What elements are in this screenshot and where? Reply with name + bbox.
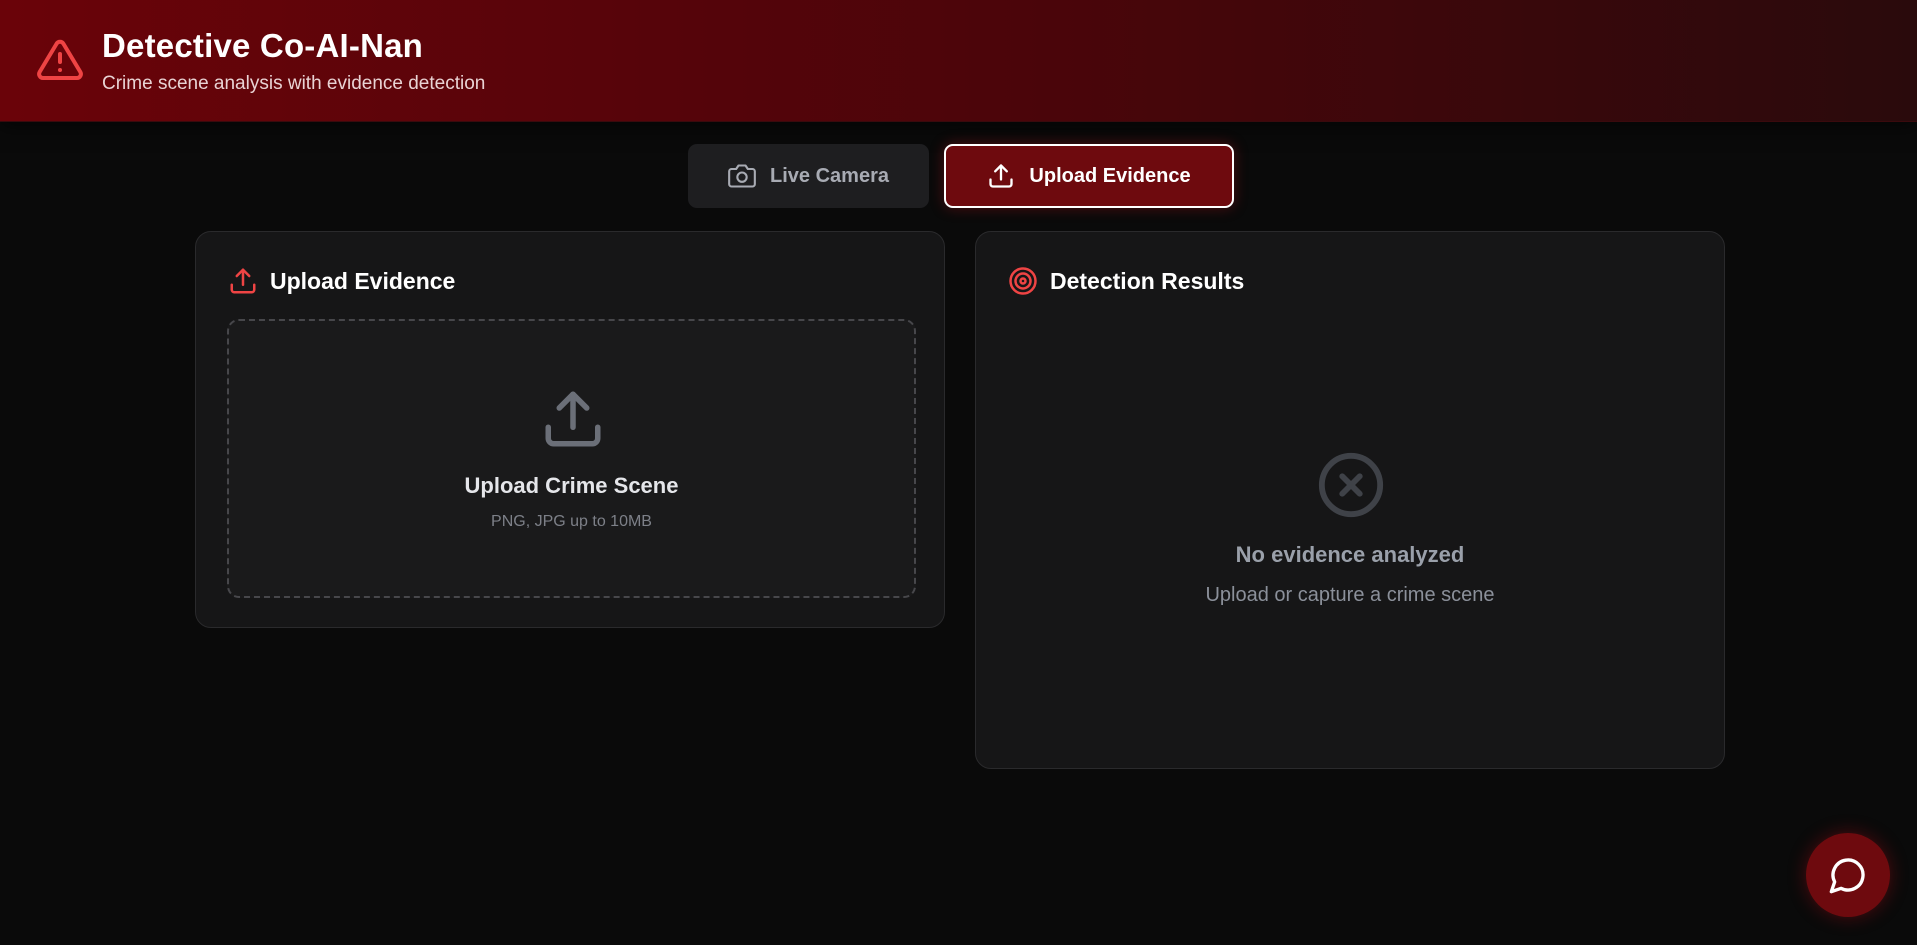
upload-evidence-button[interactable]: Upload Evidence — [944, 144, 1234, 208]
live-camera-label: Live Camera — [770, 164, 889, 187]
alert-triangle-icon — [37, 39, 83, 80]
x-circle-icon — [1318, 452, 1384, 518]
empty-state-title: No evidence analyzed — [1235, 542, 1465, 567]
empty-state-hint: Upload or capture a crime scene — [1205, 584, 1495, 606]
app-subtitle: Crime scene analysis with evidence detec… — [102, 73, 486, 94]
target-icon — [1009, 267, 1037, 295]
upload-evidence-label: Upload Evidence — [1029, 164, 1191, 187]
upload-icon — [230, 268, 256, 294]
app-header: Detective Co-AI-Nan Crime scene analysis… — [0, 0, 1917, 122]
chat-bubble-icon — [1829, 858, 1865, 894]
detection-results-panel: Detection Results No evidence analyzed U… — [975, 231, 1725, 769]
upload-icon — [989, 164, 1014, 188]
dropzone-title: Upload Crime Scene — [464, 473, 679, 498]
upload-panel-title: Upload Evidence — [228, 266, 455, 296]
app-title: Detective Co-AI-Nan — [102, 27, 424, 64]
dropzone-hint: PNG, JPG up to 10MB — [491, 513, 652, 530]
live-camera-button[interactable]: Live Camera — [688, 144, 929, 208]
upload-panel-title-text: Upload Evidence — [270, 267, 456, 294]
results-panel-title: Detection Results — [1008, 266, 1244, 296]
upload-evidence-panel: Upload Evidence Upload Crime Scene PNG, … — [195, 231, 945, 628]
results-panel-title-text: Detection Results — [1050, 267, 1245, 294]
upload-dropzone[interactable]: Upload Crime Scene PNG, JPG up to 10MB — [227, 319, 916, 598]
camera-icon — [728, 164, 756, 188]
chat-button[interactable] — [1806, 833, 1890, 917]
upload-icon — [545, 391, 601, 447]
